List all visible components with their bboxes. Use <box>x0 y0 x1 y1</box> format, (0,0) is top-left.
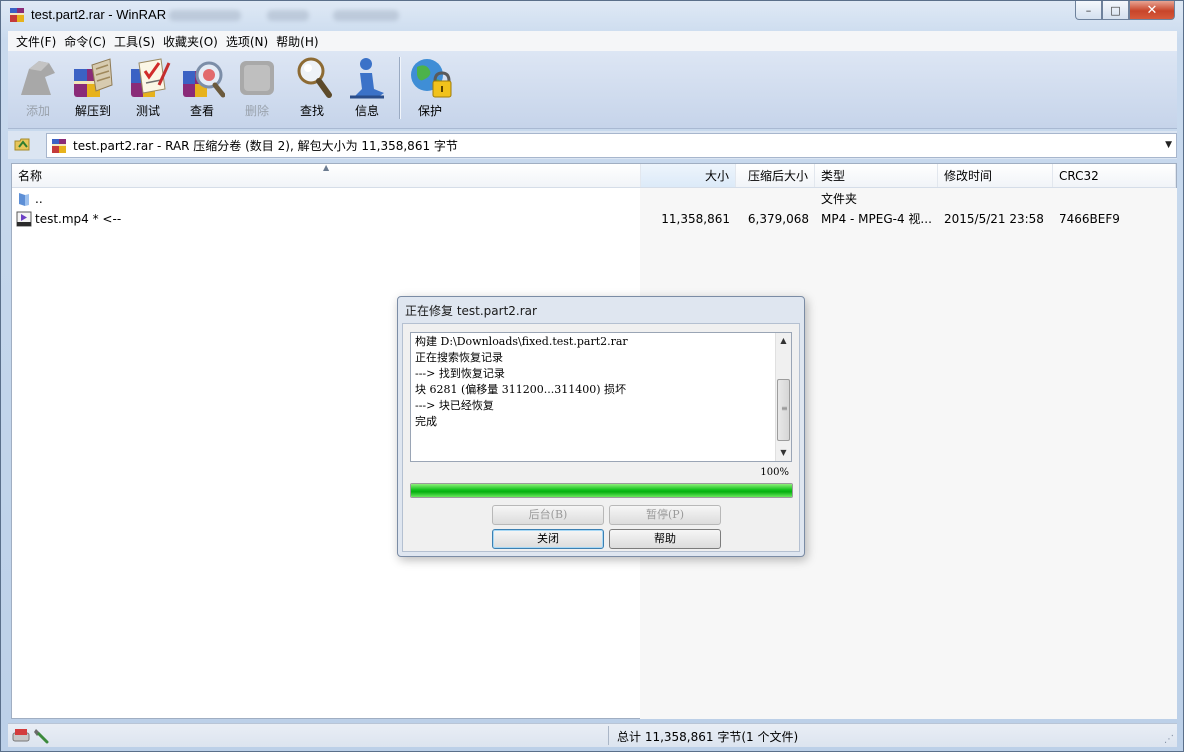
log-line: ---> 找到恢复记录 <box>415 367 505 380</box>
extract-to-icon <box>74 58 113 97</box>
column-header-modified[interactable]: 修改时间 <box>938 164 1053 187</box>
column-header-size[interactable]: 大小 <box>641 164 736 187</box>
toolbar-protect-button[interactable]: 保护 <box>404 53 456 125</box>
progress-percent: 100% <box>760 467 789 478</box>
resize-grip-icon[interactable]: ⋰ <box>1164 734 1174 745</box>
dialog-content: 构建 D:\Downloads\fixed.test.part2.rar 正在搜… <box>402 323 800 552</box>
winrar-app-icon <box>10 8 24 22</box>
chevron-down-icon[interactable]: ▼ <box>1165 140 1172 150</box>
grip-icon: ≡ <box>781 404 788 413</box>
log-line: ---> 块已经恢复 <box>415 399 494 412</box>
background-button[interactable]: 后台(B) <box>492 505 604 525</box>
toolbar-extract-to-button[interactable]: 解压到 <box>67 53 119 125</box>
window-title: test.part2.rar - WinRAR <box>31 7 167 22</box>
progress-bar <box>410 483 793 498</box>
folder-up-icon <box>19 193 29 206</box>
scroll-down-icon[interactable]: ▼ <box>776 445 791 460</box>
status-total: 总计 11,358,861 字节(1 个文件) <box>617 730 799 744</box>
drive-icon[interactable] <box>12 727 30 743</box>
log-line: 块 6281 (偏移量 311200...311400) 损坏 <box>415 383 627 396</box>
toolbar-view-button[interactable]: 查看 <box>176 53 228 125</box>
toolbar-info-button[interactable]: 信息 <box>341 53 393 125</box>
protect-icon <box>411 59 452 98</box>
repair-dialog: 正在修复 test.part2.rar 构建 D:\Downloads\fixe… <box>397 296 805 557</box>
menu-tools[interactable]: 工具(S) <box>110 33 159 50</box>
address-text: test.part2.rar - RAR 压缩分卷 (数目 2), 解包大小为 … <box>73 139 458 153</box>
blurred-title-region <box>267 10 309 21</box>
help-button[interactable]: 帮助 <box>609 529 721 549</box>
repair-log[interactable]: 构建 D:\Downloads\fixed.test.part2.rar 正在搜… <box>410 332 792 462</box>
menu-file[interactable]: 文件(F) <box>12 33 60 50</box>
pause-button[interactable]: 暂停(P) <box>609 505 721 525</box>
column-header-packed-size[interactable]: 压缩后大小 <box>736 164 815 187</box>
list-header: 名称 ▲ 大小 压缩后大小 类型 修改时间 CRC32 <box>12 163 1176 188</box>
list-item-parent-folder[interactable]: .. 文件夹 <box>12 189 1176 209</box>
toolbar-delete-button[interactable]: 删除 <box>231 53 283 125</box>
log-line: 完成 <box>415 415 437 428</box>
blurred-title-region <box>169 10 241 21</box>
toolbar-test-button[interactable]: 测试 <box>122 53 174 125</box>
toolbar-find-button[interactable]: 查找 <box>286 53 338 125</box>
dialog-title: 正在修复 test.part2.rar <box>405 304 537 318</box>
menu-commands[interactable]: 命令(C) <box>60 33 110 50</box>
address-field[interactable]: test.part2.rar - RAR 压缩分卷 (数目 2), 解包大小为 … <box>46 133 1177 158</box>
minimize-button[interactable]: – <box>1075 1 1102 20</box>
progress-fill <box>411 484 792 497</box>
maximize-button[interactable]: □ <box>1102 1 1129 20</box>
toolbar-add-button[interactable]: 添加 <box>12 53 64 125</box>
scroll-up-icon[interactable]: ▲ <box>776 333 791 348</box>
scrollbar-thumb[interactable]: ≡ <box>777 379 790 441</box>
log-line: 正在搜索恢复记录 <box>415 351 503 364</box>
delete-icon <box>240 61 274 95</box>
blurred-title-region <box>333 10 399 21</box>
status-separator <box>608 726 609 745</box>
find-icon <box>297 57 332 98</box>
log-scrollbar[interactable]: ▲ ≡ ▼ <box>775 333 791 461</box>
mp4-file-icon <box>16 211 32 227</box>
info-icon <box>350 58 384 99</box>
menu-bar: 文件(F) 命令(C) 工具(S) 收藏夹(O) 选项(N) 帮助(H) <box>8 31 1177 51</box>
column-header-type[interactable]: 类型 <box>815 164 938 187</box>
toolbar: 添加 解压到 测试 查看 删除 查找 信息 保护 <box>8 51 1177 129</box>
address-bar: test.part2.rar - RAR 压缩分卷 (数目 2), 解包大小为 … <box>8 131 1177 159</box>
title-bar[interactable]: test.part2.rar - WinRAR – □ ✕ <box>1 1 1183 29</box>
menu-help[interactable]: 帮助(H) <box>272 33 322 50</box>
log-line: 构建 D:\Downloads\fixed.test.part2.rar <box>415 335 628 348</box>
winrar-window: test.part2.rar - WinRAR – □ ✕ 文件(F) 命令(C… <box>0 0 1184 752</box>
add-icon <box>21 61 55 95</box>
test-icon <box>131 58 171 97</box>
menu-favorites[interactable]: 收藏夹(O) <box>159 33 222 50</box>
sort-ascending-icon: ▲ <box>323 163 330 172</box>
close-button[interactable]: ✕ <box>1129 1 1175 20</box>
close-dialog-button[interactable]: 关闭 <box>492 529 604 549</box>
menu-options[interactable]: 选项(N) <box>222 33 272 50</box>
column-header-crc32[interactable]: CRC32 <box>1053 164 1176 187</box>
view-icon <box>183 61 225 98</box>
status-bar: 总计 11,358,861 字节(1 个文件) ⋰ <box>8 723 1177 747</box>
up-folder-icon[interactable] <box>13 135 31 153</box>
list-item-test-mp4[interactable]: test.mp4 * <-- 11,358,861 6,379,068 MP4 … <box>12 209 1176 229</box>
toolbar-separator <box>399 57 401 119</box>
wrench-icon[interactable] <box>32 726 50 744</box>
rar-archive-icon <box>52 138 66 153</box>
